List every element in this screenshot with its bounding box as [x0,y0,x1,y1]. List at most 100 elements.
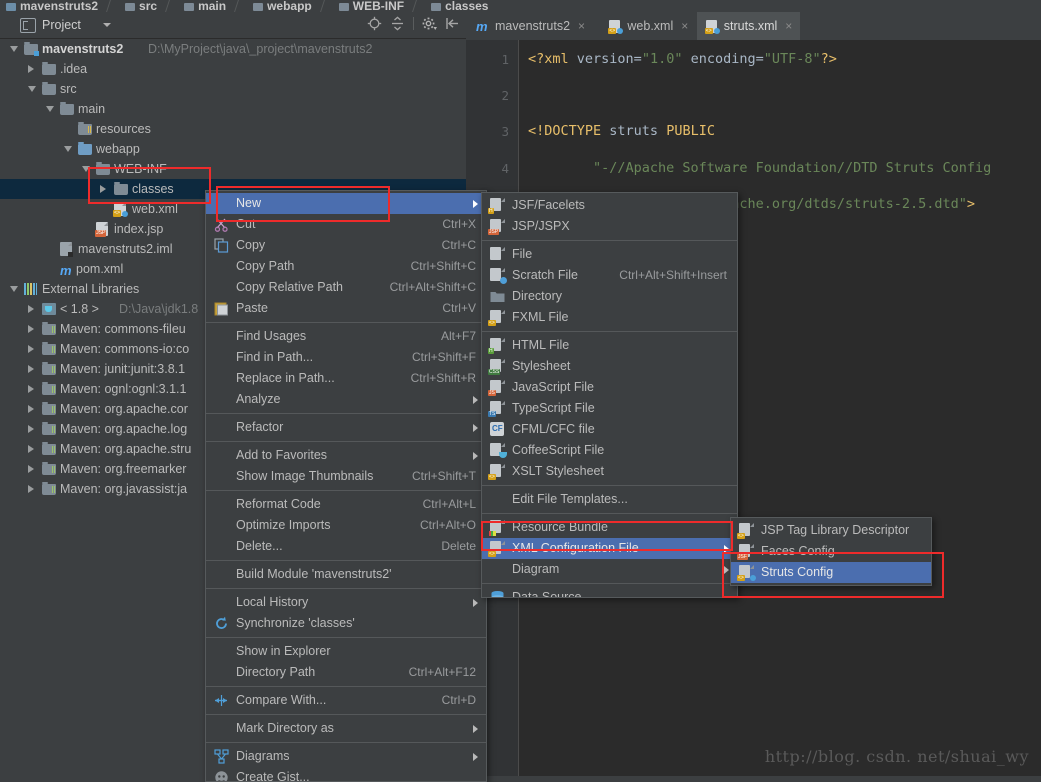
chevron-right-icon[interactable] [28,425,34,433]
xml-configuration-file-submenu[interactable]: <> JSP Tag Library Descriptor JSF Faces Con… [730,517,932,586]
menu-item[interactable]: Find in Path... Ctrl+Shift+F [206,347,486,368]
chevron-right-icon[interactable] [28,485,34,493]
menu-item[interactable]: Resource Bundle [482,517,737,538]
chevron-right-icon[interactable] [28,405,34,413]
chevron-right-icon[interactable] [28,365,34,373]
menu-item[interactable]: New [206,193,486,214]
menu-item[interactable]: Directory [482,286,737,307]
settings-gear-icon[interactable] [422,16,437,31]
tree-row-label: pom.xml [76,262,124,276]
menu-item[interactable]: Delete... Delete [206,536,486,557]
collapse-all-icon[interactable] [390,16,405,31]
menu-item[interactable]: Optimize Imports Ctrl+Alt+O [206,515,486,536]
menu-item[interactable]: CoffeeScript File [482,440,737,461]
menu-item[interactable]: H JSF/Facelets [482,195,737,216]
menu-item[interactable]: JSF Faces Config [731,541,931,562]
tree-row[interactable]: resources [0,119,466,139]
chevron-down-icon[interactable] [82,166,90,172]
breadcrumb-item[interactable]: classes [425,0,498,12]
menu-item[interactable]: TS TypeScript File [482,398,737,419]
menu-item[interactable]: Local History [206,592,486,613]
editor-tab[interactable]: m mavenstruts2 × [468,12,593,40]
chevron-right-icon[interactable] [28,465,34,473]
menu-item[interactable]: Edit File Templates... [482,489,737,510]
close-icon[interactable]: × [578,19,585,33]
close-icon[interactable]: × [785,19,792,33]
chevron-down-icon[interactable] [28,86,36,92]
chevron-down-icon[interactable] [10,46,18,52]
menu-item[interactable]: Diagrams [206,746,486,767]
menu-item[interactable]: Directory Path Ctrl+Alt+F12 [206,662,486,683]
menu-item[interactable]: H HTML File [482,335,737,356]
tree-row[interactable]: mavenstruts2 D:\MyProject\java\_project\m… [0,39,466,59]
menu-item[interactable]: Diagram [482,559,737,580]
folder-icon [431,3,442,11]
chevron-right-icon[interactable] [28,445,34,453]
tree-row[interactable]: WEB-INF [0,159,466,179]
hide-panel-icon[interactable] [445,16,460,31]
chevron-right-icon[interactable] [28,305,34,313]
breadcrumb-item[interactable]: WEB-INF [333,0,414,12]
menu-item[interactable]: JSP JSP/JSPX [482,216,737,237]
chevron-right-icon[interactable] [28,65,34,73]
chevron-down-icon[interactable] [103,23,111,27]
chevron-right-icon[interactable] [100,185,106,193]
menu-item[interactable]: Copy Ctrl+C [206,235,486,256]
chevron-down-icon[interactable] [64,146,72,152]
menu-item[interactable]: Add to Favorites [206,445,486,466]
menu-item[interactable]: Build Module 'mavenstruts2' [206,564,486,585]
chevron-right-icon[interactable] [28,325,34,333]
tree-row[interactable]: main [0,99,466,119]
tree-row[interactable]: src [0,79,466,99]
project-tab-button[interactable]: Project [14,15,87,35]
menu-item[interactable]: Refactor [206,417,486,438]
menu-separator [206,560,486,561]
menu-item[interactable]: Create Gist... [206,767,486,781]
menu-item[interactable]: CF CFML/CFC file [482,419,737,440]
chevron-down-icon[interactable] [46,106,54,112]
menu-item[interactable]: Reformat Code Ctrl+Alt+L [206,494,486,515]
menu-item[interactable]: Scratch File Ctrl+Alt+Shift+Insert [482,265,737,286]
tree-row[interactable]: .idea [0,59,466,79]
chevron-right-icon[interactable] [28,385,34,393]
menu-item[interactable]: <> XSLT Stylesheet [482,461,737,482]
menu-item[interactable]: Compare With... Ctrl+D [206,690,486,711]
new-submenu[interactable]: H JSF/Facelets JSP JSP/JSPX File Scratch File… [481,192,738,598]
menu-item[interactable]: Synchronize 'classes' [206,613,486,634]
editor-tab[interactable]: <> struts.xml × [696,12,801,42]
close-icon[interactable]: × [681,19,688,33]
menu-item[interactable]: Copy Path Ctrl+Shift+C [206,256,486,277]
chevron-right-icon[interactable] [28,345,34,353]
breadcrumb-item[interactable]: main [178,0,236,12]
menu-item[interactable]: Cut Ctrl+X [206,214,486,235]
menu-item[interactable]: Show Image Thumbnails Ctrl+Shift+T [206,466,486,487]
menu-item[interactable]: <> XML Configuration File [482,538,737,559]
menu-item[interactable]: Find Usages Alt+F7 [206,326,486,347]
breadcrumb-item[interactable]: mavenstruts2 [0,0,108,12]
locate-icon[interactable] [367,16,382,31]
menu-item[interactable]: CSS Stylesheet [482,356,737,377]
menu-item[interactable]: Replace in Path... Ctrl+Shift+R [206,368,486,389]
breadcrumb-item[interactable]: src [119,0,167,12]
menu-item[interactable]: Paste Ctrl+V [206,298,486,319]
folder-icon [338,3,349,11]
menu-item[interactable]: Mark Directory as [206,718,486,739]
menu-item-label: Analyze [236,392,281,406]
menu-item[interactable]: Analyze [206,389,486,410]
menu-item[interactable]: Data Source [482,587,737,597]
breadcrumb-item[interactable]: webapp [247,0,322,12]
library-icon [42,422,56,435]
menu-item[interactable]: File [482,244,737,265]
context-menu[interactable]: New Cut Ctrl+X Copy Ctrl+C Copy Path Ctrl+Shif… [205,190,487,782]
tree-row[interactable]: webapp [0,139,466,159]
chevron-down-icon[interactable] [10,286,18,292]
editor-tab[interactable]: <> web.xml × [600,12,696,40]
menu-item[interactable]: Show in Explorer [206,641,486,662]
breadcrumb: mavenstruts2 src main webapp WEB-INF classes [0,0,1041,12]
menu-item[interactable]: <> FXML File [482,307,737,328]
menu-item[interactable]: JS JavaScript File [482,377,737,398]
tree-row-label: Maven: commons-fileu [60,322,186,336]
menu-item[interactable]: Copy Relative Path Ctrl+Alt+Shift+C [206,277,486,298]
menu-item[interactable]: <> Struts Config [731,562,931,583]
menu-item[interactable]: <> JSP Tag Library Descriptor [731,520,931,541]
